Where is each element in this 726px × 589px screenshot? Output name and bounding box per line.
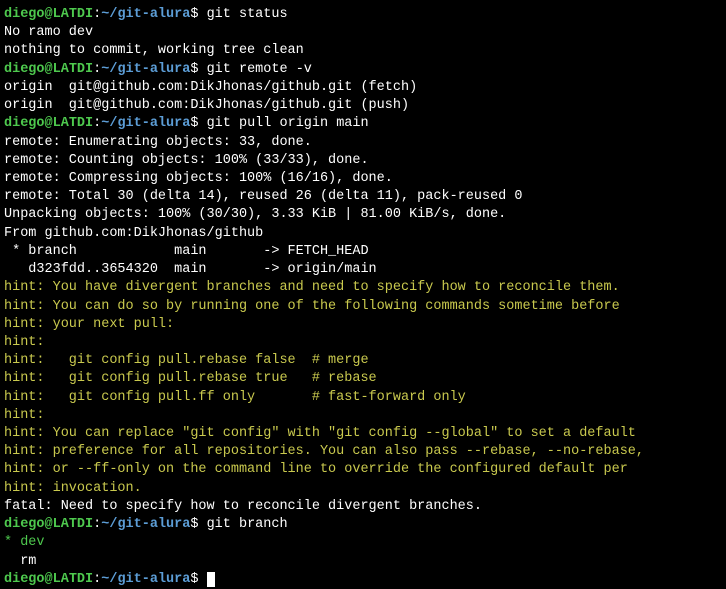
- hint-8: hint:: [4, 407, 722, 425]
- prompt-line-branch: diego@LATDI:~/git-alura$ git branch: [4, 516, 722, 534]
- prompt-dollar: $: [190, 7, 206, 22]
- pull-line4: remote: Total 30 (delta 14), reused 26 (…: [4, 188, 722, 206]
- hint-11: hint: or --ff-only on the command line t…: [4, 461, 722, 479]
- hint-3: hint: your next pull:: [4, 316, 722, 334]
- pull-line2: remote: Counting objects: 100% (33/33), …: [4, 152, 722, 170]
- prompt-host: LATDI: [53, 7, 94, 22]
- hint-4: hint:: [4, 334, 722, 352]
- remote-line2: origin git@github.com:DikJhonas/github.g…: [4, 97, 722, 115]
- remote-line1: origin git@github.com:DikJhonas/github.g…: [4, 79, 722, 97]
- cmd-branch: git branch: [207, 517, 288, 532]
- hint-10: hint: preference for all repositories. Y…: [4, 443, 722, 461]
- hint-2: hint: You can do so by running one of th…: [4, 298, 722, 316]
- status-line2: nothing to commit, working tree clean: [4, 42, 722, 60]
- prompt-line-status: diego@LATDI:~/git-alura$ git status: [4, 6, 722, 24]
- prompt-line-remote: diego@LATDI:~/git-alura$ git remote -v: [4, 61, 722, 79]
- pull-line7: * branch main -> FETCH_HEAD: [4, 243, 722, 261]
- hint-7: hint: git config pull.ff only # fast-for…: [4, 389, 722, 407]
- prompt-at: @: [45, 7, 53, 22]
- fatal-line: fatal: Need to specify how to reconcile …: [4, 498, 722, 516]
- pull-line3: remote: Compressing objects: 100% (16/16…: [4, 170, 722, 188]
- pull-line1: remote: Enumerating objects: 33, done.: [4, 134, 722, 152]
- prompt-line-active[interactable]: diego@LATDI:~/git-alura$: [4, 571, 722, 589]
- status-line1: No ramo dev: [4, 24, 722, 42]
- hint-5: hint: git config pull.rebase false # mer…: [4, 352, 722, 370]
- hint-9: hint: You can replace "git config" with …: [4, 425, 722, 443]
- pull-line6: From github.com:DikJhonas/github: [4, 225, 722, 243]
- prompt-line-pull: diego@LATDI:~/git-alura$ git pull origin…: [4, 115, 722, 133]
- pull-line8: d323fdd..3654320 main -> origin/main: [4, 261, 722, 279]
- terminal-output: diego@LATDI:~/git-alura$ git status No r…: [4, 6, 722, 589]
- cmd-pull: git pull origin main: [207, 116, 369, 131]
- hint-6: hint: git config pull.rebase true # reba…: [4, 370, 722, 388]
- branch-other: rm: [4, 553, 722, 571]
- branch-current: * dev: [4, 534, 722, 552]
- cmd-remote: git remote -v: [207, 62, 312, 77]
- cursor-icon[interactable]: [207, 572, 215, 587]
- hint-12: hint: invocation.: [4, 480, 722, 498]
- prompt-user: diego: [4, 7, 45, 22]
- pull-line5: Unpacking objects: 100% (30/30), 3.33 Ki…: [4, 206, 722, 224]
- cmd-status: git status: [207, 7, 288, 22]
- hint-1: hint: You have divergent branches and ne…: [4, 279, 722, 297]
- prompt-path: ~/git-alura: [101, 7, 190, 22]
